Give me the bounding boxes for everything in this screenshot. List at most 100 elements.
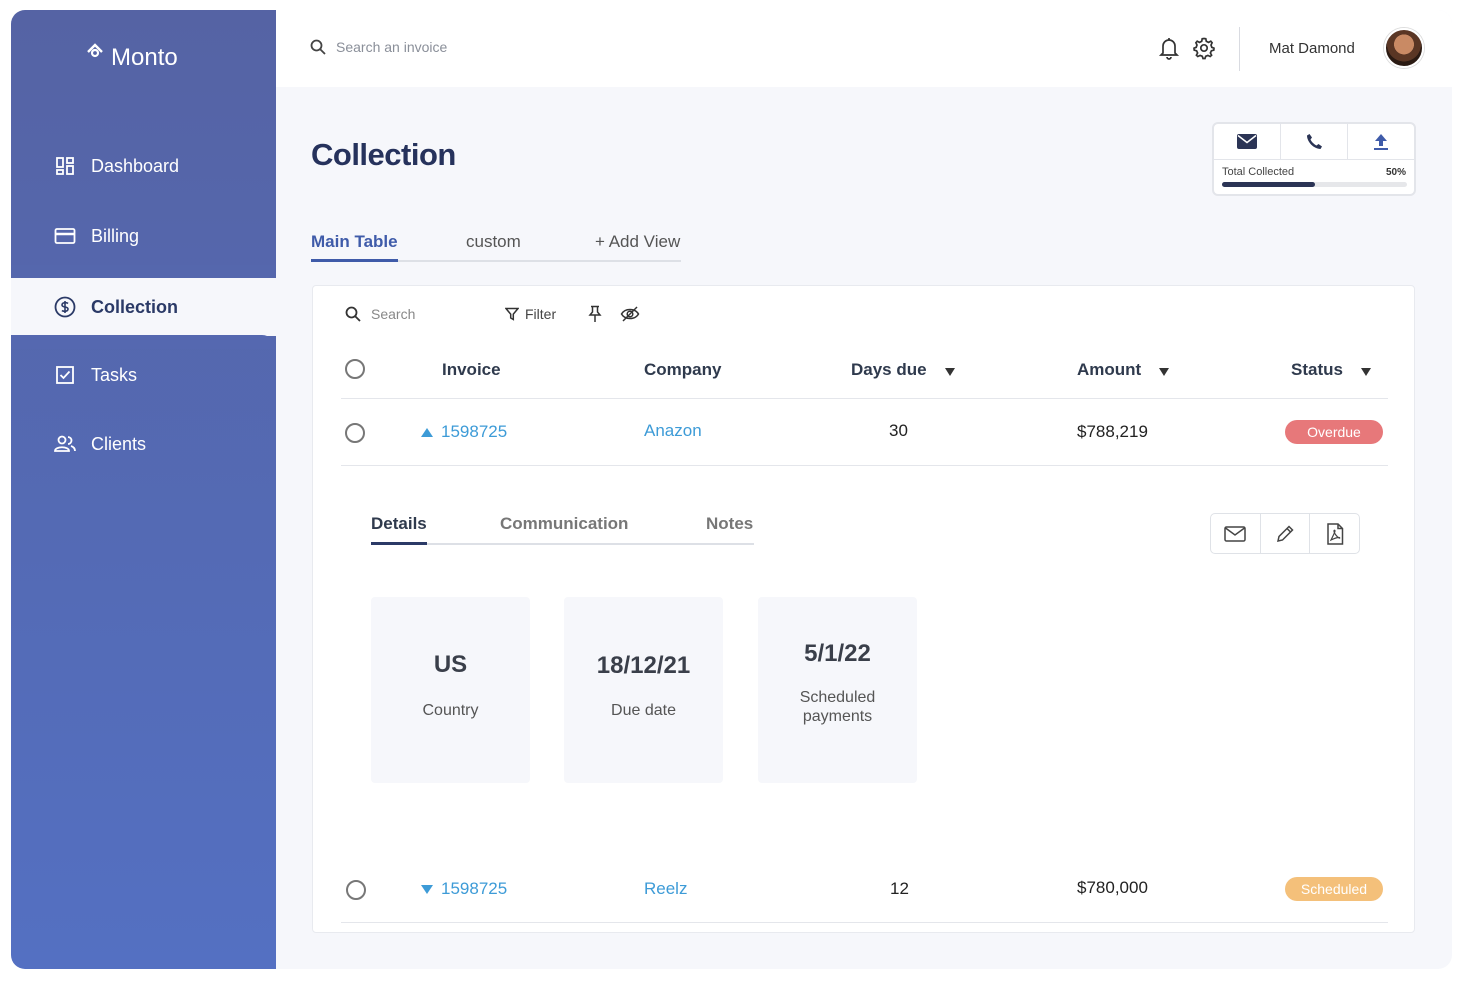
- tab-custom[interactable]: custom: [466, 232, 521, 252]
- column-status[interactable]: Status: [1291, 360, 1371, 380]
- due-date-label: Due date: [611, 702, 676, 719]
- sidebar-item-label: Dashboard: [91, 155, 180, 176]
- days-due-value: 30: [889, 421, 908, 440]
- bell-icon[interactable]: [1158, 36, 1180, 60]
- invoice-link[interactable]: 1598725: [421, 422, 507, 442]
- filter-icon: [505, 307, 519, 321]
- pencil-icon: [1277, 524, 1294, 542]
- checkbox-icon: [53, 363, 77, 387]
- tab-communication[interactable]: Communication: [500, 514, 628, 534]
- sidebar-item-label: Clients: [91, 433, 147, 454]
- column-label: Amount: [1077, 360, 1142, 379]
- table-search[interactable]: Search: [345, 306, 415, 322]
- gear-icon[interactable]: [1192, 36, 1216, 60]
- upload-button[interactable]: [1348, 124, 1414, 159]
- pdf-button[interactable]: [1310, 514, 1359, 553]
- tab-details[interactable]: Details: [371, 514, 427, 534]
- table-search-input[interactable]: Search: [371, 306, 415, 322]
- detail-tabs: Details Communication Notes: [371, 512, 754, 545]
- phone-icon: [1306, 134, 1322, 149]
- view-tabs: Main Table custom + Add View: [311, 230, 681, 262]
- column-label: Days due: [851, 360, 927, 379]
- active-tab-indicator: [311, 259, 398, 262]
- sidebar-item-billing[interactable]: Billing: [11, 208, 276, 264]
- status-badge: Scheduled: [1285, 877, 1383, 901]
- tab-main-table[interactable]: Main Table: [311, 232, 398, 252]
- user-name[interactable]: Mat Damond: [1269, 40, 1355, 57]
- row-divider: [341, 465, 1388, 466]
- dashboard-icon: [53, 154, 77, 178]
- table-toolbar: Search Filter: [345, 304, 640, 324]
- select-all-checkbox[interactable]: [345, 359, 365, 379]
- column-invoice[interactable]: Invoice: [442, 360, 501, 380]
- search-icon: [345, 306, 361, 322]
- country-label: Country: [422, 702, 479, 719]
- collection-table-card: Search Filter Invoice Company Days due A…: [312, 285, 1415, 933]
- sidebar-item-tasks[interactable]: Tasks: [11, 347, 276, 403]
- sidebar-item-label: Collection: [91, 296, 179, 317]
- invoice-link[interactable]: 1598725: [421, 879, 507, 899]
- sidebar-item-label: Billing: [91, 225, 140, 246]
- expand-icon[interactable]: [421, 884, 433, 894]
- sort-down-icon[interactable]: [944, 367, 955, 376]
- column-amount[interactable]: Amount: [1077, 360, 1170, 380]
- send-email-button[interactable]: [1211, 514, 1261, 553]
- tab-notes[interactable]: Notes: [706, 514, 753, 534]
- users-icon: [53, 432, 77, 456]
- sidebar-item-label: Tasks: [91, 364, 138, 385]
- row-divider: [341, 922, 1388, 923]
- divider: [1239, 27, 1240, 71]
- sort-down-icon[interactable]: [1159, 367, 1170, 376]
- total-collected-widget: Total Collected 50%: [1212, 122, 1416, 196]
- progress-bar: [1222, 182, 1407, 187]
- scheduled-value: 5/1/22: [804, 640, 871, 667]
- invoice-search[interactable]: Search an invoice: [310, 39, 447, 55]
- info-card-due-date: 18/12/21 Due date: [564, 597, 723, 783]
- hide-icon[interactable]: [620, 306, 640, 322]
- logo-text: Monto: [111, 44, 178, 71]
- upload-icon: [1374, 133, 1388, 150]
- company-link[interactable]: Reelz: [644, 879, 687, 899]
- mail-icon: [1224, 525, 1247, 542]
- add-view-button[interactable]: + Add View: [595, 232, 680, 252]
- sidebar-item-collection[interactable]: Collection: [11, 278, 311, 336]
- company-link[interactable]: Anazon: [644, 421, 702, 441]
- pin-icon[interactable]: [588, 305, 602, 323]
- search-input[interactable]: Search an invoice: [336, 39, 447, 55]
- detail-actions: [1210, 513, 1360, 554]
- active-tab-indicator: [371, 542, 427, 545]
- pdf-icon: [1326, 522, 1343, 545]
- status-badge: Overdue: [1285, 420, 1383, 444]
- widget-percent: 50%: [1385, 167, 1406, 178]
- column-label: Invoice: [442, 360, 501, 379]
- row-checkbox[interactable]: [346, 880, 366, 900]
- column-company[interactable]: Company: [644, 360, 721, 380]
- mail-filled-icon: [1237, 134, 1257, 149]
- sort-down-icon[interactable]: [1360, 367, 1371, 376]
- logo[interactable]: Monto: [85, 43, 178, 72]
- card-icon: [53, 224, 77, 248]
- sidebar-item-dashboard[interactable]: Dashboard: [11, 138, 276, 194]
- sidebar-item-clients[interactable]: Clients: [11, 416, 276, 472]
- top-icons: [1158, 36, 1216, 60]
- filter-button[interactable]: Filter: [505, 306, 556, 322]
- logo-icon: [87, 43, 103, 58]
- email-button[interactable]: [1214, 124, 1281, 159]
- row-checkbox[interactable]: [345, 423, 365, 443]
- page-title: Collection: [311, 137, 456, 172]
- row-divider: [341, 398, 1388, 399]
- edit-button[interactable]: [1261, 514, 1311, 553]
- column-label: Status: [1291, 360, 1343, 379]
- avatar[interactable]: [1384, 28, 1424, 68]
- sidebar-corner: [11, 265, 276, 279]
- widget-label: Total Collected: [1222, 166, 1295, 178]
- country-value: US: [433, 651, 468, 678]
- sidebar: Monto Dashboard Billing Tasks Clients: [11, 10, 276, 969]
- collapse-icon[interactable]: [421, 427, 433, 437]
- sidebar-corner: [11, 335, 276, 349]
- due-date-value: 18/12/21: [596, 652, 691, 679]
- call-button[interactable]: [1281, 124, 1348, 159]
- search-icon: [310, 39, 326, 55]
- column-days-due[interactable]: Days due: [851, 360, 955, 380]
- filter-label: Filter: [525, 306, 557, 322]
